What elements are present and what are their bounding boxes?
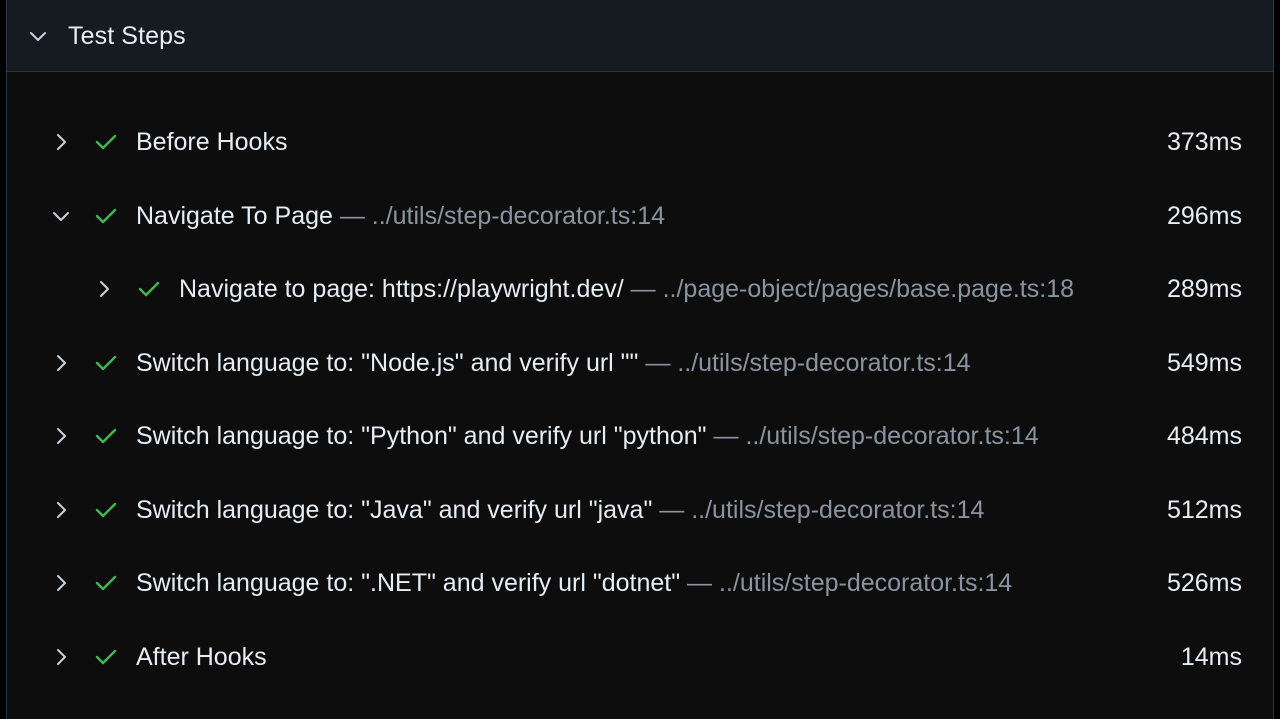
- chevron-down-icon[interactable]: [29, 27, 47, 45]
- step-label: Before Hooks: [136, 126, 287, 158]
- step-location[interactable]: — ../utils/step-decorator.ts:14: [638, 349, 970, 377]
- check-icon: [93, 129, 119, 155]
- test-steps-header[interactable]: Test Steps: [7, 0, 1273, 72]
- step-label: Navigate To Page — ../utils/step-decorat…: [136, 200, 665, 232]
- step-duration: 526ms: [1166, 569, 1242, 597]
- step-duration: 549ms: [1166, 349, 1242, 377]
- chevron-right-icon[interactable]: [51, 573, 71, 593]
- step-name: Switch language to: ".NET" and verify ur…: [136, 569, 681, 597]
- chevron-right-icon[interactable]: [51, 353, 71, 373]
- step-duration: 289ms: [1166, 275, 1242, 303]
- step-name: Before Hooks: [136, 128, 288, 156]
- step-name: Switch language to: "Python" and verify …: [136, 422, 707, 450]
- check-icon: [93, 497, 119, 523]
- step-name: After Hooks: [136, 643, 267, 671]
- step-label: Switch language to: "Python" and verify …: [136, 420, 1039, 452]
- step-label: After Hooks: [136, 641, 267, 673]
- check-icon: [93, 423, 119, 449]
- chevron-right-icon[interactable]: [51, 426, 71, 446]
- chevron-right-icon[interactable]: [94, 279, 114, 299]
- step-row[interactable]: After Hooks 14ms: [7, 632, 1273, 682]
- step-location[interactable]: — ../utils/step-decorator.ts:14: [652, 496, 984, 524]
- chevron-right-icon[interactable]: [51, 500, 71, 520]
- chevron-right-icon[interactable]: [51, 132, 71, 152]
- step-duration: 373ms: [1166, 128, 1242, 156]
- check-icon: [136, 276, 162, 302]
- step-name: Switch language to: "Java" and verify ur…: [136, 496, 653, 524]
- step-name: Navigate To Page: [136, 202, 333, 230]
- step-label: Switch language to: "Node.js" and verify…: [136, 347, 971, 379]
- check-icon: [93, 203, 119, 229]
- step-row[interactable]: Switch language to: "Node.js" and verify…: [7, 338, 1273, 388]
- check-icon: [93, 350, 119, 376]
- step-row[interactable]: Switch language to: "Python" and verify …: [7, 411, 1273, 461]
- step-row[interactable]: Switch language to: ".NET" and verify ur…: [7, 558, 1273, 608]
- test-steps-panel: Test Steps Before Hooks 373ms Navigate To …: [6, 0, 1274, 719]
- chevron-right-icon[interactable]: [51, 647, 71, 667]
- step-duration: 484ms: [1166, 422, 1242, 450]
- check-icon: [93, 644, 119, 670]
- step-location[interactable]: — ../utils/step-decorator.ts:14: [680, 569, 1012, 597]
- step-row[interactable]: Navigate to page: https://playwright.dev…: [7, 264, 1273, 314]
- step-location[interactable]: — ../page-object/pages/base.page.ts:18: [624, 275, 1074, 303]
- step-row[interactable]: Switch language to: "Java" and verify ur…: [7, 485, 1273, 535]
- step-name: Switch language to: "Node.js" and verify…: [136, 349, 639, 377]
- step-duration: 512ms: [1166, 496, 1242, 524]
- section-title: Test Steps: [68, 22, 186, 50]
- step-duration: 14ms: [1180, 643, 1242, 671]
- step-row[interactable]: Before Hooks 373ms: [7, 117, 1273, 167]
- step-location[interactable]: — ../utils/step-decorator.ts:14: [707, 422, 1038, 450]
- step-name: Navigate to page: https://playwright.dev…: [179, 275, 624, 303]
- step-label: Navigate to page: https://playwright.dev…: [179, 273, 1074, 305]
- chevron-down-icon[interactable]: [51, 206, 71, 226]
- step-label: Switch language to: ".NET" and verify ur…: [136, 567, 1012, 599]
- step-row[interactable]: Navigate To Page — ../utils/step-decorat…: [7, 191, 1273, 241]
- check-icon: [93, 570, 119, 596]
- step-label: Switch language to: "Java" and verify ur…: [136, 494, 984, 526]
- step-duration: 296ms: [1166, 202, 1242, 230]
- step-location[interactable]: — ../utils/step-decorator.ts:14: [333, 202, 665, 230]
